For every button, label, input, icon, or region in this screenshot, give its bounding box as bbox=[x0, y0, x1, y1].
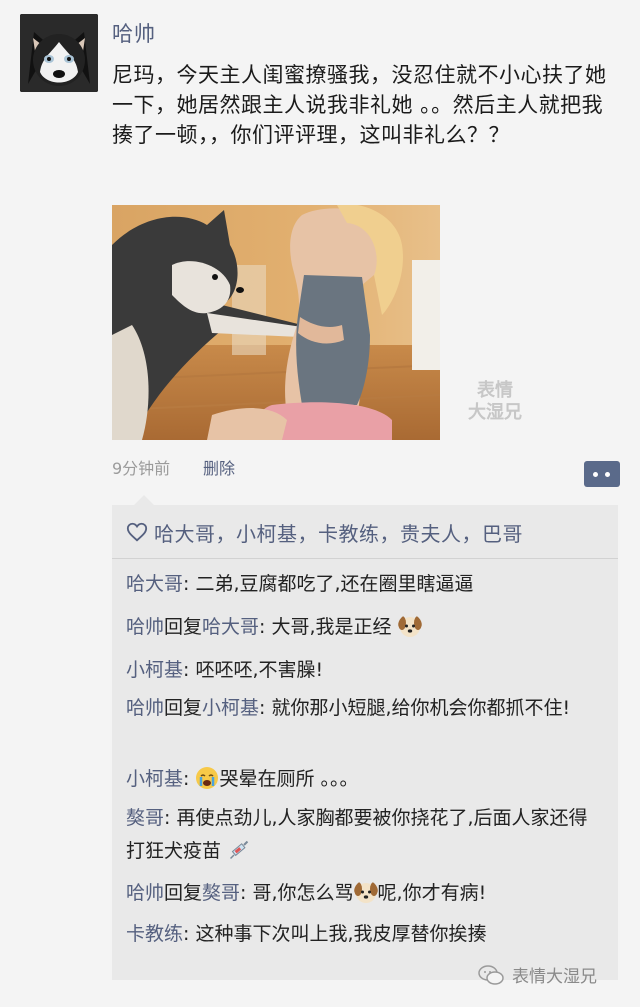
moments-post: 哈帅 尼玛，今天主人闺蜜撩骚我，没忍住就不小心扶了她一下，她居然跟主人说我非礼她… bbox=[0, 0, 640, 1007]
reply-word: 回复 bbox=[164, 697, 203, 719]
reply-to-name[interactable]: 獒哥 bbox=[202, 882, 240, 904]
wechat-icon bbox=[478, 964, 504, 985]
comment-text: : 二弟,豆腐都吃了,还在圈里瞎逼逼 bbox=[183, 573, 474, 595]
footer-watermark: 表情大湿兄 bbox=[478, 962, 597, 987]
author-name[interactable]: 哈帅 bbox=[112, 18, 156, 48]
husky-avatar-icon bbox=[20, 14, 98, 92]
comment-item[interactable]: 哈帅回复獒哥: 哥,你怎么骂 呢,你才有病! bbox=[126, 877, 606, 910]
comment-item[interactable]: 小柯基: 哭晕在厕所 。。。 bbox=[126, 763, 606, 796]
post-time: 9分钟前 bbox=[112, 459, 171, 478]
crying-face-emoji-icon bbox=[196, 767, 219, 789]
comment-text: : 哥,你怎么骂 bbox=[240, 882, 354, 904]
footer-watermark-text: 表情大湿兄 bbox=[512, 967, 597, 987]
comment-text: 哭晕在厕所 。。。 bbox=[219, 768, 359, 790]
reply-word: 回复 bbox=[164, 882, 203, 904]
commenter-name[interactable]: 小柯基 bbox=[126, 659, 183, 681]
comment-item[interactable]: 哈帅回复小柯基: 就你那小短腿,给你机会你都抓不住! bbox=[126, 692, 606, 725]
avatar[interactable] bbox=[20, 14, 98, 92]
dog-face-emoji-icon bbox=[397, 616, 422, 637]
comment-section: 哈大哥，小柯基，卡教练，贵夫人，巴哥 哈大哥: 二弟,豆腐都吃了,还在圈里瞎逼逼… bbox=[112, 495, 618, 980]
syringe-emoji-icon bbox=[229, 840, 249, 860]
comment-text: 呢,你才有病! bbox=[377, 882, 487, 904]
comment-text: : 呸呸呸,不害臊! bbox=[183, 659, 324, 681]
comment-item[interactable]: 獒哥: 再使点劲儿,人家胸都要被你挠花了,后面人家还得打狂犬疫苗 bbox=[126, 802, 606, 868]
comment-item[interactable]: 哈大哥: 二弟,豆腐都吃了,还在圈里瞎逼逼 bbox=[126, 568, 606, 601]
commenter-name[interactable]: 哈大哥 bbox=[126, 573, 183, 595]
comment-text: : 大哥,我是正经 bbox=[259, 616, 392, 638]
commenter-name[interactable]: 獒哥 bbox=[126, 807, 164, 829]
post-image[interactable] bbox=[112, 205, 440, 440]
dot-icon bbox=[593, 472, 598, 477]
delete-button[interactable]: 删除 bbox=[203, 455, 235, 479]
likes-row: 哈大哥，小柯基，卡教练，贵夫人，巴哥 bbox=[126, 517, 523, 547]
commenter-name[interactable]: 哈帅 bbox=[126, 882, 164, 904]
commenter-name[interactable]: 哈帅 bbox=[126, 697, 164, 719]
notch bbox=[134, 495, 154, 505]
likes-names[interactable]: 哈大哥，小柯基，卡教练，贵夫人，巴哥 bbox=[154, 518, 523, 547]
comment-item[interactable]: 小柯基: 呸呸呸,不害臊! bbox=[126, 654, 606, 687]
post-text: 尼玛，今天主人闺蜜撩骚我，没忍住就不小心扶了她一下，她居然跟主人说我非礼她 。。… bbox=[112, 63, 607, 147]
reply-word: 回复 bbox=[164, 616, 203, 638]
image-watermark: 表情 大湿兄 bbox=[468, 380, 522, 423]
dot-icon bbox=[605, 472, 610, 477]
comment-text: : 就你那小短腿,给你机会你都抓不住! bbox=[259, 697, 571, 719]
commenter-name[interactable]: 卡教练 bbox=[126, 923, 183, 945]
comment-text: : 再使点劲儿,人家胸都要被你挠花了,后面人家还得打狂犬疫苗 bbox=[126, 807, 588, 862]
comment-text: : 这种事下次叫上我,我皮厚替你挨揍 bbox=[183, 923, 487, 945]
commenter-name[interactable]: 小柯基 bbox=[126, 768, 183, 790]
comment-item[interactable]: 哈帅回复哈大哥: 大哥,我是正经 bbox=[126, 611, 606, 644]
comment-more-button[interactable] bbox=[584, 461, 620, 487]
comment-item[interactable]: 卡教练: 这种事下次叫上我,我皮厚替你挨揍 bbox=[126, 918, 606, 951]
divider bbox=[112, 558, 618, 559]
dog-face-emoji-icon bbox=[353, 882, 378, 903]
husky-photo-image bbox=[112, 205, 440, 440]
reply-to-name[interactable]: 哈大哥 bbox=[202, 616, 259, 638]
reply-to-name[interactable]: 小柯基 bbox=[202, 697, 259, 719]
commenter-name[interactable]: 哈帅 bbox=[126, 616, 164, 638]
heart-icon bbox=[126, 522, 148, 542]
